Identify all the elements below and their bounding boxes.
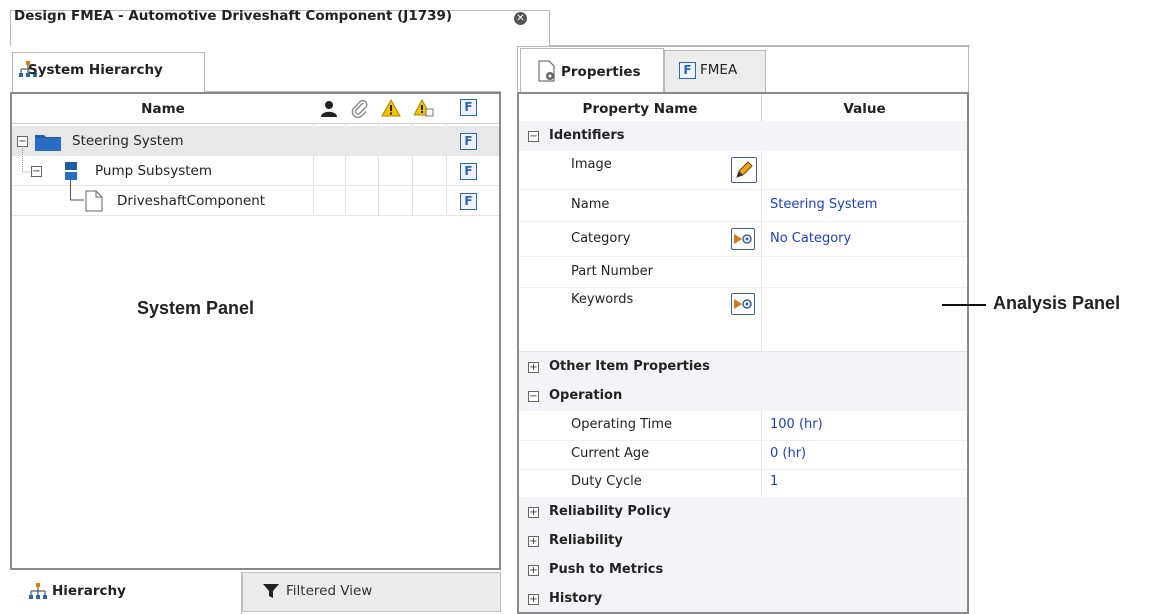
prop-operating-time-label: Operating Time bbox=[571, 417, 672, 432]
fmea-f-icon[interactable]: F bbox=[460, 193, 477, 210]
tree-label: Steering System bbox=[72, 133, 184, 149]
section-label: Push to Metrics bbox=[549, 562, 664, 577]
section-label: History bbox=[549, 591, 603, 606]
fmea-f-icon[interactable]: F bbox=[460, 99, 477, 116]
section-label: Reliability Policy bbox=[549, 504, 671, 519]
prop-duty-cycle-value[interactable]: 1 bbox=[770, 467, 778, 497]
tab-system-hierarchy-label: System Hierarchy bbox=[28, 62, 163, 78]
tab-properties-label: Properties bbox=[561, 64, 641, 80]
tab-fmea-label: FMEA bbox=[700, 62, 738, 78]
name-column-header[interactable]: Name bbox=[12, 95, 314, 123]
property-name-header: Property Name bbox=[582, 101, 698, 117]
callout-line bbox=[942, 304, 986, 306]
tree-label: DriveshaftComponent bbox=[117, 193, 266, 209]
category-picker-button[interactable] bbox=[731, 228, 755, 250]
system-panel-callout: System Panel bbox=[137, 298, 255, 318]
warning-icon[interactable] bbox=[381, 98, 401, 121]
document-icon bbox=[85, 190, 103, 216]
prop-category-value[interactable]: No Category bbox=[770, 224, 851, 254]
hierarchy-icon bbox=[28, 582, 48, 606]
collapse-toggle[interactable]: − bbox=[528, 131, 539, 142]
tab-hierarchy-label: Hierarchy bbox=[52, 583, 126, 599]
section-label: Other Item Properties bbox=[549, 359, 710, 374]
expand-toggle[interactable]: + bbox=[528, 536, 539, 547]
fmea-f-icon: F bbox=[679, 62, 696, 79]
prop-name-label: Name bbox=[571, 197, 610, 212]
fmea-f-icon[interactable]: F bbox=[460, 163, 477, 180]
expand-toggle[interactable]: + bbox=[528, 594, 539, 605]
prop-name-value[interactable]: Steering System bbox=[770, 190, 877, 220]
edit-image-button[interactable] bbox=[731, 157, 757, 183]
collapse-toggle[interactable]: − bbox=[31, 166, 42, 177]
analysis-panel-callout: Analysis Panel bbox=[993, 293, 1121, 313]
collapse-toggle[interactable]: − bbox=[528, 391, 539, 402]
keywords-picker-button[interactable] bbox=[731, 293, 755, 315]
section-label: Reliability bbox=[549, 533, 623, 548]
close-icon[interactable]: ✕ bbox=[514, 12, 527, 25]
prop-operating-time-value[interactable]: 100 (hr) bbox=[770, 410, 823, 440]
section-label: Identifiers bbox=[549, 128, 625, 143]
expand-toggle[interactable]: + bbox=[528, 565, 539, 576]
row-divider bbox=[519, 189, 967, 190]
value-header: Value bbox=[843, 101, 886, 117]
prop-keywords-label: Keywords bbox=[571, 292, 634, 307]
prop-current-age-label: Current Age bbox=[571, 446, 650, 461]
prop-current-age-value[interactable]: 0 (hr) bbox=[770, 439, 806, 469]
prop-part-number-label: Part Number bbox=[571, 264, 654, 279]
tree-label: Pump Subsystem bbox=[95, 163, 212, 179]
prop-duty-cycle-label: Duty Cycle bbox=[571, 474, 642, 489]
row-divider bbox=[519, 221, 967, 222]
properties-icon bbox=[538, 60, 558, 86]
prop-image-label: Image bbox=[571, 157, 612, 172]
person-icon[interactable] bbox=[320, 100, 338, 122]
fmea-f-icon[interactable]: F bbox=[460, 133, 477, 150]
warning-doc-icon[interactable] bbox=[413, 98, 434, 121]
prop-category-label: Category bbox=[571, 231, 631, 246]
filter-icon bbox=[262, 582, 280, 604]
section-label: Operation bbox=[549, 388, 623, 403]
expand-toggle[interactable]: + bbox=[528, 362, 539, 373]
document-title: Design FMEA - Automotive Driveshaft Comp… bbox=[14, 8, 453, 24]
paperclip-icon[interactable] bbox=[351, 99, 369, 123]
expand-toggle[interactable]: + bbox=[528, 507, 539, 518]
tab-filtered-view-label: Filtered View bbox=[286, 583, 373, 599]
